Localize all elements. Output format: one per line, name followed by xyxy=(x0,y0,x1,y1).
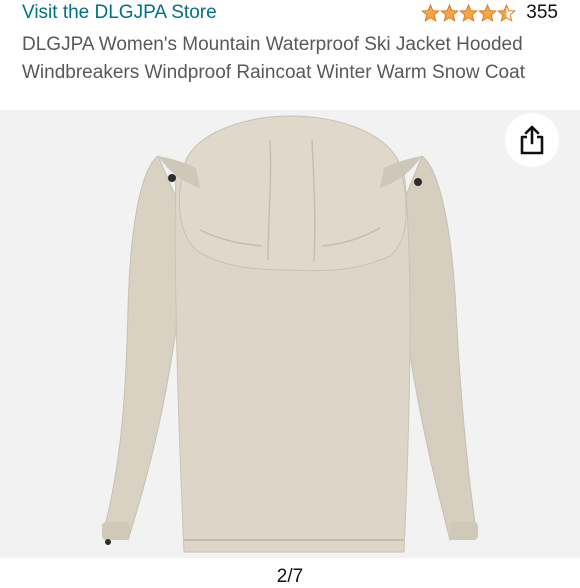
store-link[interactable]: Visit the DLGJPA Store xyxy=(22,2,217,24)
rating-count[interactable]: 355 xyxy=(526,2,558,24)
star-rating[interactable] xyxy=(421,4,517,22)
product-image-gallery[interactable] xyxy=(0,110,580,558)
share-icon xyxy=(520,125,544,155)
star-icon xyxy=(459,4,479,22)
product-header: Visit the DLGJPA Store 355 DLGJPA Women'… xyxy=(0,0,580,110)
star-icon xyxy=(421,4,441,22)
page-indicator: 2/7 xyxy=(276,566,304,587)
share-button[interactable] xyxy=(505,113,559,167)
star-icon xyxy=(497,4,517,22)
star-icon xyxy=(478,4,498,22)
product-title: DLGJPA Women's Mountain Waterproof Ski J… xyxy=(22,34,525,83)
product-image[interactable] xyxy=(0,110,580,558)
star-icon xyxy=(440,4,460,22)
rating-widget[interactable]: 355 xyxy=(421,2,558,24)
